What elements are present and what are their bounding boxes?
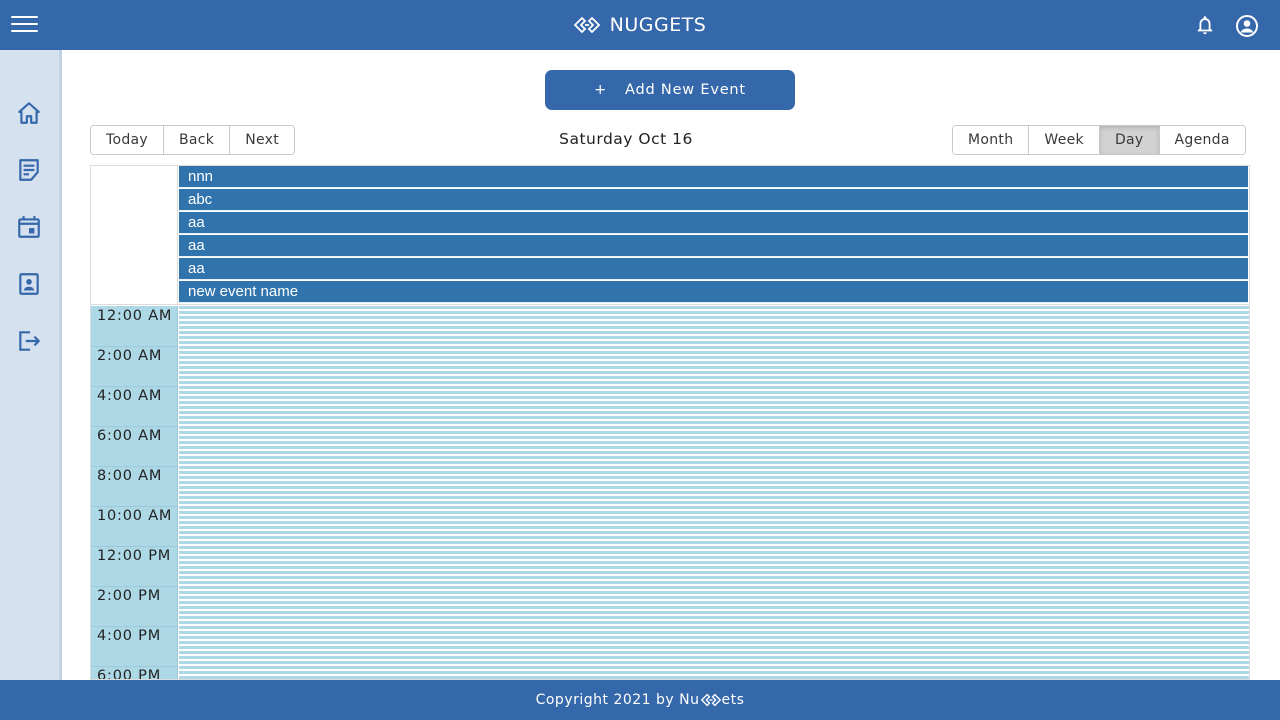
footer: Copyright 2021 by Nu ets	[0, 680, 1280, 720]
sidebar	[0, 50, 62, 680]
all-day-event[interactable]: aa	[179, 212, 1248, 234]
all-day-event[interactable]: nnn	[179, 166, 1248, 188]
top-app-bar: NUGGETS	[0, 0, 1280, 50]
note-icon[interactable]	[16, 157, 42, 183]
all-day-event[interactable]: aa	[179, 258, 1248, 280]
calendar-icon[interactable]	[16, 214, 42, 240]
all-day-event[interactable]: new event name	[179, 281, 1248, 303]
all-day-event[interactable]: aa	[179, 235, 1248, 257]
view-day-button[interactable]: Day	[1099, 126, 1160, 154]
day-calendar: nnn abc aa aa aa new event name 12:00 AM…	[90, 165, 1250, 680]
contact-icon[interactable]	[16, 271, 42, 297]
view-agenda-button[interactable]: Agenda	[1159, 126, 1245, 154]
all-day-event[interactable]: abc	[179, 189, 1248, 211]
app-title: NUGGETS	[609, 14, 707, 36]
date-navigation-group: Today Back Next	[90, 125, 296, 155]
plus-icon: +	[594, 82, 608, 98]
day-column-slots[interactable]	[179, 306, 1249, 679]
logout-icon[interactable]	[16, 328, 42, 354]
time-slot-label: 10:00 AM	[97, 508, 173, 524]
account-circle-icon[interactable]	[1235, 14, 1259, 38]
time-gutter-divider	[91, 466, 178, 467]
back-button[interactable]: Back	[164, 126, 231, 154]
time-grid: 12:00 AM 2:00 AM 4:00 AM 6:00 AM 8:00 AM…	[91, 306, 1249, 680]
all-day-section: nnn abc aa aa aa new event name	[91, 166, 1249, 305]
home-icon[interactable]	[16, 100, 42, 126]
view-week-button[interactable]: Week	[1029, 126, 1100, 154]
time-slot-label: 2:00 PM	[97, 588, 162, 604]
menu-icon[interactable]	[11, 16, 38, 34]
time-gutter-divider	[91, 666, 178, 667]
nuggets-logo-icon	[573, 16, 600, 34]
time-slot-label: 6:00 PM	[97, 668, 162, 680]
time-gutter-divider	[91, 346, 178, 347]
view-month-button[interactable]: Month	[953, 126, 1030, 154]
time-gutter-divider	[91, 626, 178, 627]
time-gutter-divider	[91, 506, 178, 507]
add-new-event-label: Add New Event	[625, 82, 746, 98]
view-switcher-group: Month Week Day Agenda	[952, 125, 1246, 155]
today-button[interactable]: Today	[91, 126, 164, 154]
time-gutter-divider	[91, 546, 178, 547]
nuggets-logo-icon	[700, 693, 721, 707]
time-gutter-divider	[91, 426, 178, 427]
time-slot-label: 6:00 AM	[97, 428, 163, 444]
next-button[interactable]: Next	[230, 126, 295, 154]
brand: NUGGETS	[0, 0, 1280, 50]
all-day-gutter	[91, 166, 178, 305]
time-slot-label: 8:00 AM	[97, 468, 163, 484]
time-slot-label: 2:00 AM	[97, 348, 163, 364]
time-slot-label: 12:00 PM	[97, 548, 172, 564]
current-date-label: Saturday Oct 16	[559, 130, 693, 148]
time-slot-label: 4:00 PM	[97, 628, 162, 644]
notification-bell-icon[interactable]	[1194, 14, 1216, 36]
add-new-event-button[interactable]: + Add New Event	[545, 70, 795, 110]
footer-copyright-suffix: ets	[721, 692, 745, 708]
footer-copyright-text: Copyright 2021 by Nu	[535, 692, 700, 708]
time-gutter-divider	[91, 386, 178, 387]
time-slot-label: 12:00 AM	[97, 308, 173, 324]
time-slot-label: 4:00 AM	[97, 388, 163, 404]
time-gutter-divider	[91, 586, 178, 587]
time-gutter: 12:00 AM 2:00 AM 4:00 AM 6:00 AM 8:00 AM…	[91, 306, 178, 680]
